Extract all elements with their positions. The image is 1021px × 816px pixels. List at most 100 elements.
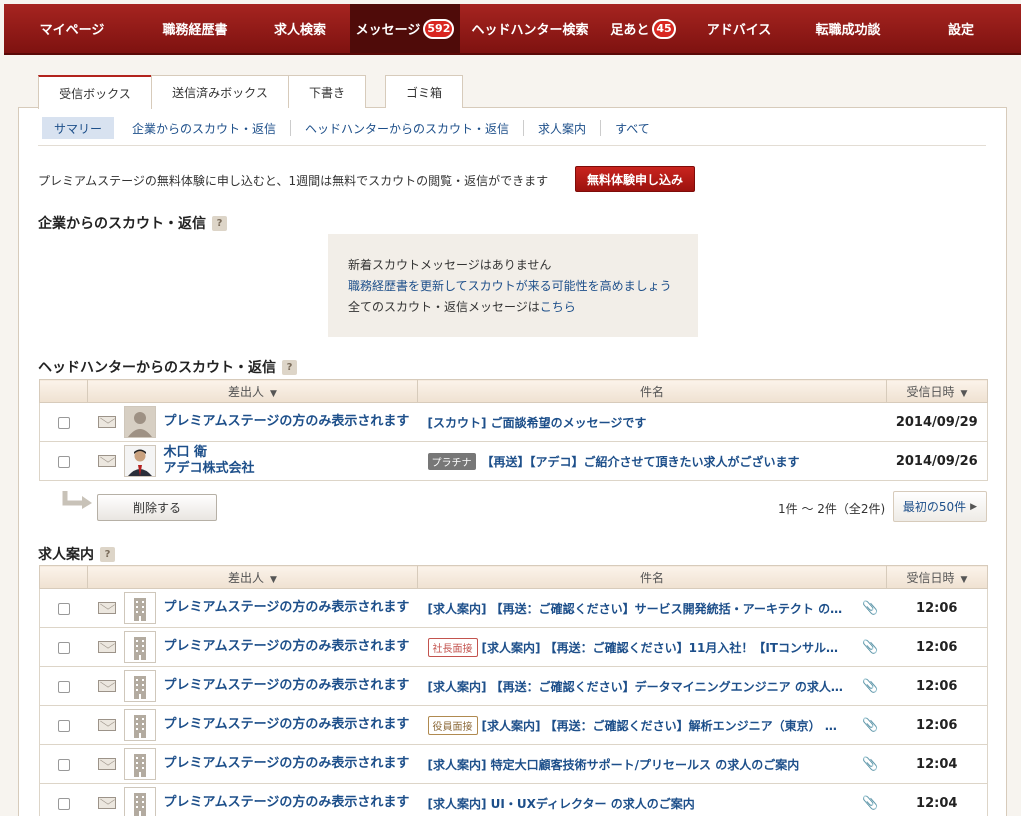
sender-name[interactable]: プレミアムステージの方のみ表示されます	[164, 639, 410, 655]
company-building-icon	[123, 709, 156, 741]
filter-summary[interactable]: サマリー	[42, 117, 115, 139]
table-row[interactable]: プレミアムステージの方のみ表示されます [スカウト] ご面談希望のメッセージです…	[39, 402, 988, 442]
row-checkbox[interactable]	[57, 641, 70, 654]
filter-job-info[interactable]: 求人案内	[524, 120, 602, 136]
tab-label: 下書き	[308, 85, 345, 100]
help-icon[interactable]: ?	[100, 546, 115, 562]
envelope-icon	[97, 797, 116, 809]
envelope-icon	[97, 641, 116, 653]
row-checkbox[interactable]	[57, 416, 70, 429]
sort-down-icon: ▼	[960, 574, 968, 585]
received-date: 2014/09/29	[886, 402, 988, 442]
message-subject[interactable]: [求人案内] UI・UXディレクター の求人のご案内	[418, 795, 695, 812]
header-date[interactable]: 受信日時 ▼	[886, 565, 988, 589]
inbox-filter-nav: サマリー 企業からのスカウト・返信 ヘッドハンターからのスカウト・返信 求人案内…	[42, 117, 664, 139]
header-checkbox-col	[39, 565, 88, 589]
received-time: 12:04	[886, 744, 988, 784]
nav-resume[interactable]: 職務経歴書	[140, 4, 250, 53]
attachment-icon: 📎	[862, 717, 879, 733]
row-checkbox[interactable]	[57, 758, 70, 771]
attachment-icon: 📎	[862, 795, 879, 811]
message-count-badge: 592	[423, 18, 455, 39]
header-checkbox-col	[39, 379, 88, 403]
nav-success-stories[interactable]: 転職成功談	[792, 4, 904, 53]
section-title-text: 求人案内	[38, 547, 94, 563]
first-50-button[interactable]: 最初の50件 ▶	[893, 491, 987, 522]
delete-button[interactable]: 削除する	[97, 494, 217, 521]
message-subject[interactable]: [求人案内] 【再送：ご確認ください】サービス開発統括・アーキテクト の…	[418, 600, 843, 617]
attachment-icon: 📎	[862, 639, 879, 655]
no-new-scout-text: 新着スカウトメッセージはありません	[348, 258, 552, 272]
message-subject[interactable]: 【再送】【アデコ】ご紹介させて頂きたい求人がございます	[476, 453, 800, 470]
message-subject[interactable]: [スカウト] ご面談希望のメッセージです	[418, 414, 647, 431]
table-row[interactable]: プレミアムステージの方のみ表示されます 社長面接 [求人案内] 【再送：ご確認くだ…	[39, 627, 988, 667]
sort-down-icon: ▼	[960, 388, 968, 399]
sender-name[interactable]: プレミアムステージの方のみ表示されます	[164, 756, 410, 772]
sender-name[interactable]: プレミアムステージの方のみ表示されます	[164, 600, 410, 616]
tab-sent[interactable]: 送信済みボックス	[151, 75, 289, 108]
sender-name[interactable]: プレミアムステージの方のみ表示されます	[164, 795, 410, 811]
filter-all[interactable]: すべて	[601, 120, 664, 136]
envelope-icon	[97, 758, 116, 770]
nav-settings[interactable]: 設定	[904, 4, 1018, 53]
message-subject[interactable]: [求人案内] 特定大口顧客技術サポート/プリセールス の求人のご案内	[418, 756, 800, 773]
mailbox-tabs: 受信ボックス 送信済みボックス 下書き ゴミ箱	[38, 75, 463, 109]
table-row[interactable]: 木口 衛アデコ株式会社 プラチナ 【再送】【アデコ】ご紹介させて頂きたい求人がござ…	[39, 441, 988, 481]
header-date[interactable]: 受信日時 ▼	[886, 379, 988, 403]
interview-tag: 社長面接	[427, 637, 478, 657]
section-title-text: ヘッドハンターからのスカウト・返信	[38, 360, 276, 376]
received-time: 12:06	[886, 627, 988, 667]
table-header: 差出人 ▼ 件名 受信日時 ▼	[39, 565, 988, 589]
nav-advice[interactable]: アドバイス	[686, 4, 792, 53]
tab-label: 受信ボックス	[59, 86, 131, 101]
table-row[interactable]: プレミアムステージの方のみ表示されます [求人案内] 【再送：ご確認ください】サ…	[39, 588, 988, 628]
update-resume-link[interactable]: 職務経歴書を更新してスカウトが来る可能性を高めましょう	[348, 276, 698, 297]
envelope-icon	[97, 455, 116, 467]
row-checkbox[interactable]	[57, 455, 70, 468]
nav-mypage[interactable]: マイページ	[4, 4, 140, 53]
all-scout-line: 全てのスカウト・返信メッセージはこちら	[348, 297, 698, 318]
table-row[interactable]: プレミアムステージの方のみ表示されます [求人案内] 特定大口顧客技術サポート/…	[39, 744, 988, 784]
tab-inbox[interactable]: 受信ボックス	[38, 75, 152, 109]
table-row[interactable]: プレミアムステージの方のみ表示されます [求人案内] UI・UXディレクター の…	[39, 783, 988, 816]
nav-label: メッセージ	[355, 23, 421, 38]
row-checkbox[interactable]	[57, 719, 70, 732]
nav-messages[interactable]: メッセージ 592	[350, 4, 460, 53]
free-trial-button[interactable]: 無料体験申し込み	[575, 166, 695, 192]
header-sender[interactable]: 差出人 ▼	[87, 379, 418, 403]
sender-name[interactable]: 木口 衛アデコ株式会社	[164, 445, 255, 477]
table-row[interactable]: プレミアムステージの方のみ表示されます [求人案内] 【再送：ご確認ください】デ…	[39, 666, 988, 706]
tab-trash[interactable]: ゴミ箱	[385, 75, 463, 108]
chevron-right-icon: ▶	[970, 501, 978, 512]
message-subject[interactable]: [求人案内] 【再送：ご確認ください】データマイニングエンジニア の求人…	[418, 678, 843, 695]
sender-name[interactable]: プレミアムステージの方のみ表示されます	[164, 414, 410, 430]
row-checkbox[interactable]	[57, 797, 70, 810]
nav-footprints[interactable]: 足あと 45	[600, 4, 686, 53]
help-icon[interactable]: ?	[212, 215, 227, 231]
nav-headhunter-search[interactable]: ヘッドハンター検索	[460, 4, 600, 53]
received-date: 2014/09/26	[886, 441, 988, 481]
help-icon[interactable]: ?	[282, 359, 297, 375]
message-subject[interactable]: [求人案内] 【再送：ご確認ください】11月入社！【ITコンサル…	[478, 639, 839, 656]
company-building-icon	[123, 670, 156, 702]
tab-drafts[interactable]: 下書き	[288, 75, 366, 108]
received-time: 12:06	[886, 705, 988, 745]
empty-scout-notice: 新着スカウトメッセージはありません 職務経歴書を更新してスカウトが来る可能性を高…	[328, 234, 698, 337]
all-scout-link[interactable]: こちら	[540, 300, 576, 314]
pagination-count: 1件 〜 2件（全2件)	[778, 502, 886, 516]
row-checkbox[interactable]	[57, 602, 70, 615]
nav-job-search[interactable]: 求人検索	[250, 4, 350, 53]
footprint-count-badge: 45	[652, 18, 676, 39]
table-row[interactable]: プレミアムステージの方のみ表示されます 役員面接 [求人案内] 【再送：ご確認くだ…	[39, 705, 988, 745]
filter-headhunter-scout[interactable]: ヘッドハンターからのスカウト・返信	[291, 120, 525, 136]
row-checkbox[interactable]	[57, 680, 70, 693]
avatar	[123, 445, 156, 477]
sender-name[interactable]: プレミアムステージの方のみ表示されます	[164, 678, 410, 694]
filter-company-scout[interactable]: 企業からのスカウト・返信	[118, 120, 292, 136]
nav-label: ヘッドハンター検索	[471, 23, 589, 38]
sender-name[interactable]: プレミアムステージの方のみ表示されます	[164, 717, 410, 733]
message-subject[interactable]: [求人案内] 【再送：ご確認ください】解析エンジニア（東京） …	[478, 717, 837, 734]
header-sender[interactable]: 差出人 ▼	[87, 565, 418, 589]
section-title-text: 企業からのスカウト・返信	[38, 216, 206, 232]
nav-label: 求人検索	[273, 23, 326, 38]
